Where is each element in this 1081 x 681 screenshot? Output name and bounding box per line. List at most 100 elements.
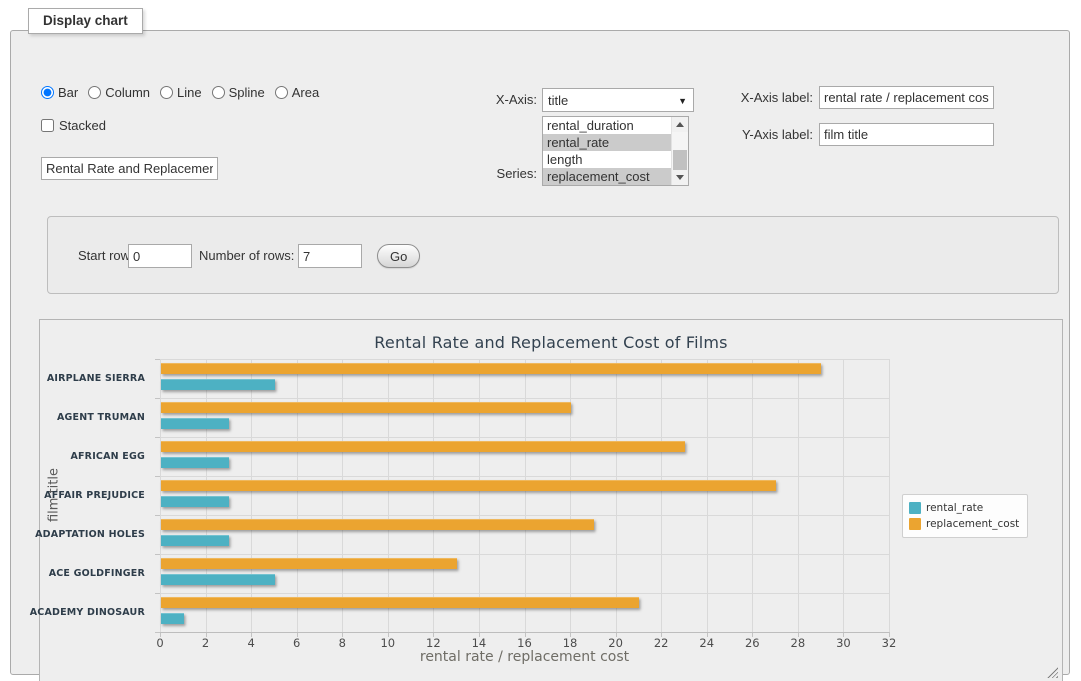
series-option-replacement_cost[interactable]: replacement_cost (543, 168, 671, 185)
bar-rental_rate[interactable] (161, 535, 229, 546)
x-tick-label: 32 (869, 636, 909, 650)
chart-type-radio-spline[interactable] (212, 86, 225, 99)
bar-group (160, 437, 889, 476)
series-caption: Series: (431, 162, 537, 186)
stacked-label: Stacked (59, 118, 106, 133)
category-tick-mark (155, 632, 160, 633)
x-tick-label: 20 (596, 636, 636, 650)
series-option-rental_rate[interactable]: rental_rate (543, 134, 671, 151)
category-axis-labels: AIRPLANE SIERRAAGENT TRUMANAFRICAN EGGAF… (40, 359, 152, 632)
x-tick-label: 16 (505, 636, 545, 650)
chart-panel: Rental Rate and Replacement Cost of Film… (39, 319, 1063, 681)
chart-type-label: Bar (58, 85, 78, 100)
chart-type-radio-line[interactable] (160, 86, 173, 99)
select-caret-icon: ▼ (678, 96, 687, 106)
category-label: ACADEMY DINOSAUR (40, 593, 152, 632)
stacked-checkbox[interactable] (41, 119, 54, 132)
chart-type-label: Area (292, 85, 319, 100)
chart-legend: rental_rate replacement_cost (902, 494, 1028, 538)
bar-replacement_cost[interactable] (161, 480, 776, 491)
plot-area (160, 359, 889, 632)
bar-rental_rate[interactable] (161, 613, 184, 624)
x-axis-select[interactable]: title ▼ (542, 88, 694, 112)
bar-replacement_cost[interactable] (161, 519, 594, 530)
x-tick-label: 2 (186, 636, 226, 650)
chart-title-input[interactable] (41, 157, 218, 180)
x-tick-label: 14 (459, 636, 499, 650)
go-button[interactable]: Go (377, 244, 420, 268)
x-tick-label: 6 (277, 636, 317, 650)
chart-title: Rental Rate and Replacement Cost of Film… (40, 333, 1062, 352)
chart-type-spline[interactable]: Spline (212, 85, 265, 100)
bar-group (160, 398, 889, 437)
x-axis-line (160, 632, 889, 633)
chart-type-radio-column[interactable] (88, 86, 101, 99)
bar-group (160, 476, 889, 515)
chart-type-label: Spline (229, 85, 265, 100)
legend-item-replacement_cost[interactable]: replacement_cost (909, 516, 1019, 532)
chart-type-label: Line (177, 85, 202, 100)
x-tick-label: 24 (687, 636, 727, 650)
x-tick-label: 30 (823, 636, 863, 650)
bar-rental_rate[interactable] (161, 574, 275, 585)
chart-type-column[interactable]: Column (88, 85, 150, 100)
chart-type-radiogroup: Bar Column Line Spline Area (41, 85, 329, 100)
series-option-rental_duration[interactable]: rental_duration (543, 117, 671, 134)
category-label: AGENT TRUMAN (40, 398, 152, 437)
chart-type-area[interactable]: Area (275, 85, 319, 100)
bar-replacement_cost[interactable] (161, 558, 457, 569)
bar-rental_rate[interactable] (161, 379, 275, 390)
legend-swatch-icon (909, 502, 921, 514)
x-tick-label: 10 (368, 636, 408, 650)
scroll-down-icon (676, 175, 684, 180)
x-tick-label: 8 (322, 636, 362, 650)
series-listbox-options: rental_durationrental_ratelengthreplacem… (543, 117, 671, 185)
number-of-rows-input[interactable] (298, 244, 362, 268)
chart-type-bar[interactable]: Bar (41, 85, 78, 100)
x-tick-label: 4 (231, 636, 271, 650)
scroll-down-button[interactable] (672, 170, 688, 185)
chart-type-radio-area[interactable] (275, 86, 288, 99)
x-tick-label: 0 (140, 636, 180, 650)
y-axis-label-caption: Y-Axis label: (699, 123, 813, 146)
page: Display chart Bar Column Line Spline Area St… (0, 0, 1081, 681)
legend-swatch-icon (909, 518, 921, 530)
bar-replacement_cost[interactable] (161, 402, 571, 413)
start-row-input[interactable] (128, 244, 192, 268)
bar-group (160, 554, 889, 593)
bar-group (160, 515, 889, 554)
row-controls-panel: Start row: Number of rows: Go (47, 216, 1059, 294)
x-tick-label: 26 (732, 636, 772, 650)
bar-replacement_cost[interactable] (161, 441, 685, 452)
x-axis-label-input[interactable] (819, 86, 994, 109)
series-option-length[interactable]: length (543, 151, 671, 168)
x-axis-label-caption: X-Axis label: (699, 86, 813, 109)
resize-handle-icon[interactable] (1047, 667, 1058, 678)
display-chart-fieldset: BarColumnLineSplineArea Stacked X-Axis: … (10, 30, 1070, 675)
chart-type-line[interactable]: Line (160, 85, 202, 100)
legend-item-rental_rate[interactable]: rental_rate (909, 500, 1019, 516)
category-label: AFFAIR PREJUDICE (40, 476, 152, 515)
bar-replacement_cost[interactable] (161, 597, 639, 608)
fieldset-legend: Display chart (28, 8, 143, 34)
bar-rental_rate[interactable] (161, 457, 229, 468)
scroll-up-button[interactable] (672, 117, 688, 132)
grid-line (889, 359, 890, 632)
chart-type-radio-bar[interactable] (41, 86, 54, 99)
bar-replacement_cost[interactable] (161, 363, 821, 374)
stacked-checkbox-row[interactable]: Stacked (41, 118, 106, 133)
bar-rental_rate[interactable] (161, 418, 229, 429)
start-row-caption: Start row: (78, 244, 134, 268)
bar-rental_rate[interactable] (161, 496, 229, 507)
number-of-rows-caption: Number of rows: (199, 244, 294, 268)
x-axis-caption: X-Axis: (431, 88, 537, 112)
series-listbox[interactable]: rental_durationrental_ratelengthreplacem… (542, 116, 689, 186)
category-label: ACE GOLDFINGER (40, 554, 152, 593)
series-listbox-scrollbar[interactable] (671, 117, 688, 185)
legend-label: replacement_cost (926, 518, 1019, 530)
x-axis-title: rental rate / replacement cost (160, 649, 889, 665)
y-axis-label-input[interactable] (819, 123, 994, 146)
category-label: ADAPTATION HOLES (40, 515, 152, 554)
x-axis-selected-value: title (548, 93, 568, 108)
scroll-up-icon (676, 122, 684, 127)
